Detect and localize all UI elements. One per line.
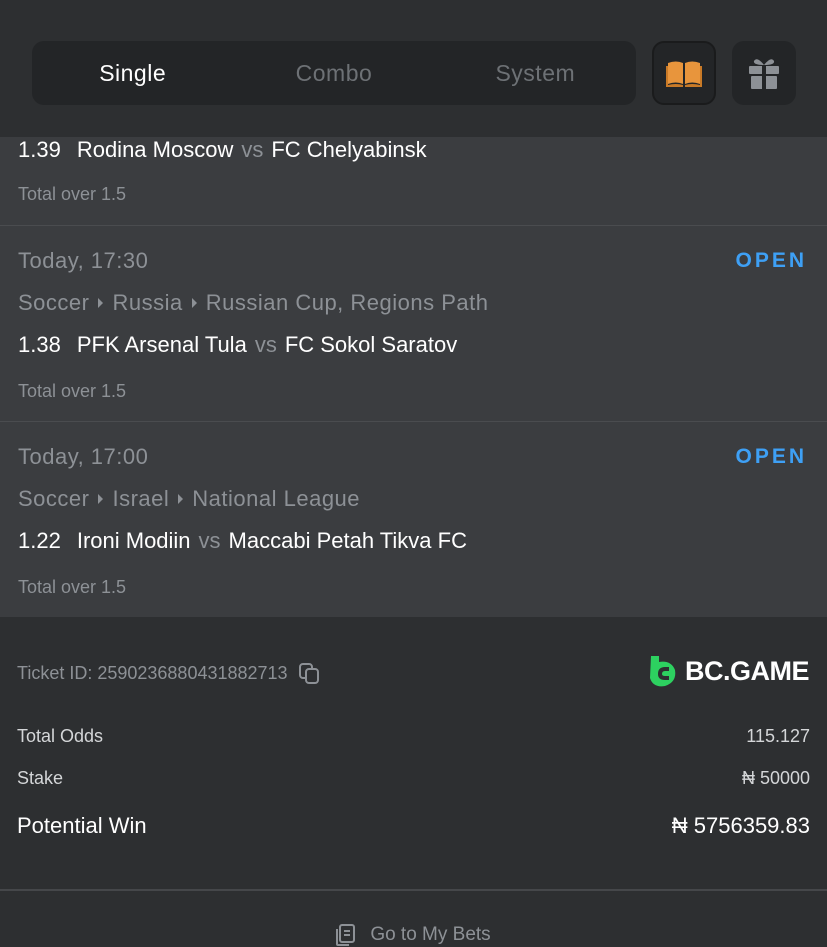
go-to-my-bets-label: Go to My Bets xyxy=(370,924,491,945)
leg-odds: 1.38 xyxy=(18,332,61,357)
leg-market: Total over 1.5 xyxy=(18,577,127,597)
leg-league: Russian Cup, Regions Path xyxy=(205,290,489,315)
tab-combo[interactable]: Combo xyxy=(233,41,434,105)
caret-right-icon xyxy=(178,494,184,504)
leg-breadcrumb: Soccer Russia Russian Cup, Regions Path xyxy=(18,290,489,316)
caret-right-icon xyxy=(191,298,197,308)
copy-icon[interactable] xyxy=(298,662,320,684)
leg-vs: vs xyxy=(241,137,264,162)
bet-leg[interactable]: 1.39 Rodina Moscow vs FC Chelyabinsk Tot… xyxy=(0,137,827,226)
bet-leg[interactable]: Today, 17:30 OPEN Soccer Russia Russian … xyxy=(0,226,827,422)
stake-value: ₦ 50000 xyxy=(741,768,810,788)
caret-right-icon xyxy=(98,298,104,308)
stake-label: Stake xyxy=(17,768,64,788)
leg-status-badge: OPEN xyxy=(735,445,807,468)
total-odds-label: Total Odds xyxy=(17,726,104,746)
ticket-id-label: Ticket ID: 2590236880431882713 xyxy=(17,662,288,683)
leg-match-line: 1.22 Ironi Modiin vs Maccabi Petah Tikva… xyxy=(18,528,467,554)
leg-away-team: FC Sokol Saratov xyxy=(284,332,458,357)
leg-odds: 1.39 xyxy=(18,137,61,162)
leg-time: Today, 17:00 xyxy=(18,444,149,469)
stake-row: Stake ₦ 50000 xyxy=(17,768,810,789)
tab-system[interactable]: System xyxy=(435,41,636,105)
go-to-my-bets-link[interactable]: Go to My Bets xyxy=(0,891,827,947)
bet-type-tabs: Single Combo System xyxy=(32,41,636,105)
leg-status-badge: OPEN xyxy=(735,249,807,272)
leg-country: Israel xyxy=(112,486,170,511)
total-odds-value: 115.127 xyxy=(746,726,810,746)
rules-book-button[interactable] xyxy=(652,41,716,105)
leg-home-team: Ironi Modiin xyxy=(76,528,191,553)
tab-single[interactable]: Single xyxy=(32,41,233,105)
bet-legs-list: 1.39 Rodina Moscow vs FC Chelyabinsk Tot… xyxy=(0,137,827,618)
total-odds-row: Total Odds 115.127 xyxy=(17,726,810,747)
potential-win-label: Potential Win xyxy=(17,813,147,838)
brand-logo: BC.GAME xyxy=(647,654,810,688)
leg-sport: Soccer xyxy=(18,486,90,511)
ticket-id: Ticket ID: 2590236880431882713 xyxy=(17,662,320,684)
leg-match-line: 1.38 PFK Arsenal Tula vs FC Sokol Sarato… xyxy=(18,332,457,358)
brand-name: BC.GAME xyxy=(685,655,810,686)
potential-win-row: Potential Win ₦ 5756359.83 xyxy=(17,813,810,839)
leg-market: Total over 1.5 xyxy=(18,184,127,204)
leg-sport: Soccer xyxy=(18,290,90,315)
leg-away-team: FC Chelyabinsk xyxy=(271,137,427,162)
ticket-summary: Ticket ID: 2590236880431882713 BC.GAME T… xyxy=(0,617,827,889)
book-icon xyxy=(666,61,702,87)
betslip-header: Single Combo System xyxy=(0,0,827,137)
potential-win-value: ₦ 5756359.83 xyxy=(671,813,810,838)
leg-home-team: Rodina Moscow xyxy=(76,137,234,162)
bc-game-logo-icon xyxy=(650,656,676,687)
document-icon xyxy=(336,924,356,946)
leg-odds: 1.22 xyxy=(18,528,61,553)
leg-league: National League xyxy=(192,486,361,511)
gift-icon xyxy=(749,59,779,89)
leg-match-line: 1.39 Rodina Moscow vs FC Chelyabinsk xyxy=(18,137,427,163)
leg-vs: vs xyxy=(198,528,221,553)
leg-country: Russia xyxy=(112,290,183,315)
leg-market: Total over 1.5 xyxy=(18,381,127,401)
leg-away-team: Maccabi Petah Tikva FC xyxy=(228,528,467,553)
leg-home-team: PFK Arsenal Tula xyxy=(76,332,247,357)
caret-right-icon xyxy=(98,494,104,504)
bet-leg[interactable]: Today, 17:00 OPEN Soccer Israel National… xyxy=(0,422,827,618)
leg-time: Today, 17:30 xyxy=(18,248,149,273)
gift-button[interactable] xyxy=(732,41,796,105)
leg-breadcrumb: Soccer Israel National League xyxy=(18,486,360,512)
leg-vs: vs xyxy=(254,332,277,357)
